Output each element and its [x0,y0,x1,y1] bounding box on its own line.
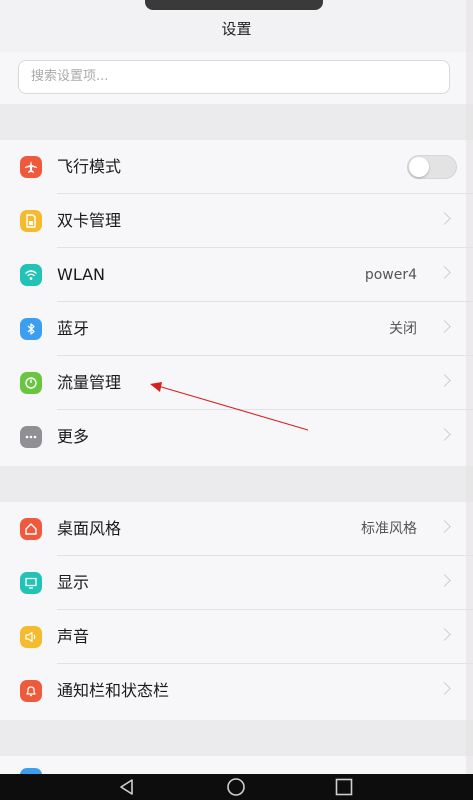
settings-row-label: 显示 [57,573,90,592]
settings-group-network: 飞行模式双卡管理 WLAN power4 蓝牙 关闭流量管理更多 [0,140,473,466]
settings-group-partial [0,756,473,776]
section-gap [0,104,473,140]
settings-row-label: 更多 [57,427,90,446]
section-gap [0,466,473,502]
settings-row-label: 双卡管理 [57,211,122,230]
settings-row[interactable]: 飞行模式 [0,140,473,194]
settings-row[interactable]: 更多 [0,410,473,464]
search-input[interactable]: 搜索设置项... [18,60,450,94]
scroll-edge [466,0,473,800]
chevron-right-icon [438,320,451,333]
settings-row-label: WLAN [57,265,106,284]
settings-row[interactable]: 桌面风格 标准风格 [0,502,473,556]
settings-row[interactable]: 蓝牙 关闭 [0,302,473,356]
chevron-right-icon [438,574,451,587]
settings-row-label: 流量管理 [57,373,122,392]
chevron-right-icon [438,520,451,533]
navigation-bar [0,774,473,800]
airplane-icon [20,156,42,178]
settings-screen: 设置 搜索设置项... 飞行模式双卡管理 WLAN power4 蓝牙 关闭流量管理更多… [0,0,473,800]
home-icon[interactable] [225,778,247,796]
chevron-right-icon [438,212,451,225]
settings-row[interactable]: 流量管理 [0,356,473,410]
sim-card-icon [20,210,42,232]
notification-icon [20,680,42,702]
settings-row[interactable]: 声音 [0,610,473,664]
settings-row-value: 标准风格 [361,521,417,537]
back-icon[interactable] [116,778,138,796]
settings-row[interactable]: 显示 [0,556,473,610]
chevron-right-icon [438,374,451,387]
settings-row-label: 通知栏和状态栏 [57,681,170,700]
settings-row[interactable]: WLAN power4 [0,248,473,302]
settings-row[interactable]: 双卡管理 [0,194,473,248]
home-style-icon [20,518,42,540]
section-gap [0,720,473,756]
data-usage-icon [20,372,42,394]
settings-row-value: power4 [364,267,417,283]
chevron-right-icon [438,682,451,695]
chevron-right-icon [438,628,451,641]
wifi-icon [20,264,42,286]
chevron-right-icon [438,428,451,441]
settings-row[interactable]: 通知栏和状态栏 [0,664,473,718]
settings-row-label: 桌面风格 [57,519,122,538]
sound-icon [20,626,42,648]
airplane-mode-toggle[interactable] [407,155,457,179]
bluetooth-icon [20,318,42,340]
display-icon [20,572,42,594]
more-icon [20,426,42,448]
top-popup-bar [145,0,323,10]
settings-row-label: 蓝牙 [57,319,90,338]
chevron-right-icon [438,266,451,279]
search-area: 搜索设置项... [0,52,473,104]
settings-group-device: 桌面风格 标准风格显示声音通知栏和状态栏 [0,502,473,720]
settings-row-value: 关闭 [389,321,417,337]
settings-row-label: 声音 [57,627,90,646]
toggle-knob [409,157,429,177]
settings-row-label: 飞行模式 [57,157,122,176]
page-title: 设置 [221,20,252,38]
recents-icon[interactable] [333,778,355,796]
